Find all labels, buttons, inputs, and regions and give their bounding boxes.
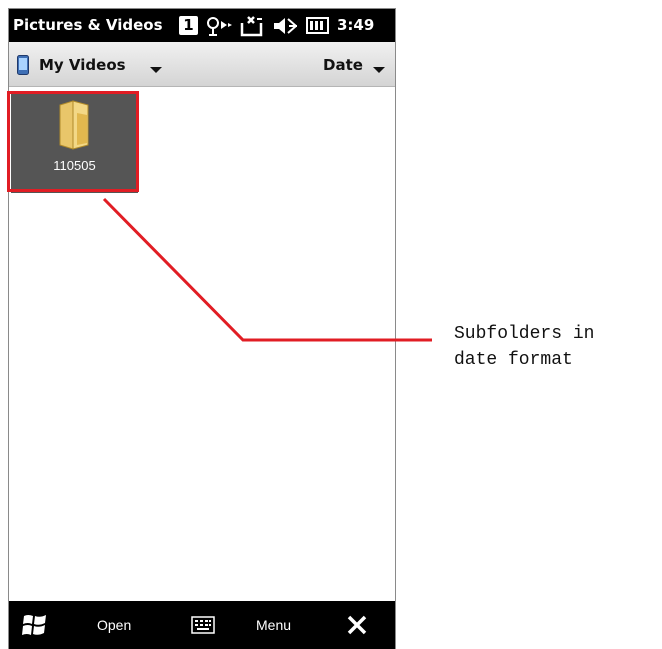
notification-badge[interactable]: 1: [179, 16, 198, 35]
app-title: Pictures & Videos: [13, 16, 163, 34]
softkey-bar: Open Menu: [9, 601, 395, 649]
keyboard-icon[interactable]: [191, 616, 215, 634]
highlight-box: [7, 91, 139, 192]
device-icon: [17, 55, 29, 75]
battery-icon[interactable]: [306, 17, 330, 34]
folder-sort-bar: My Videos Date: [9, 42, 395, 87]
title-bar: Pictures & Videos 1 3:49: [9, 9, 395, 42]
callout-text: Subfolders in date format: [454, 324, 595, 370]
menu-softkey[interactable]: Menu: [256, 617, 291, 633]
clock[interactable]: 3:49: [337, 16, 374, 34]
open-softkey[interactable]: Open: [97, 617, 131, 633]
folder-selector[interactable]: My Videos: [39, 56, 126, 74]
chevron-down-icon[interactable]: [372, 66, 386, 74]
chevron-down-icon[interactable]: [149, 66, 163, 74]
sort-selector[interactable]: Date: [323, 56, 363, 74]
close-icon[interactable]: [346, 614, 368, 636]
windows-start-icon[interactable]: [21, 612, 49, 638]
speaker-mute-icon[interactable]: [272, 15, 298, 37]
sync-icon[interactable]: [239, 15, 265, 37]
signal-icon[interactable]: [205, 15, 233, 37]
